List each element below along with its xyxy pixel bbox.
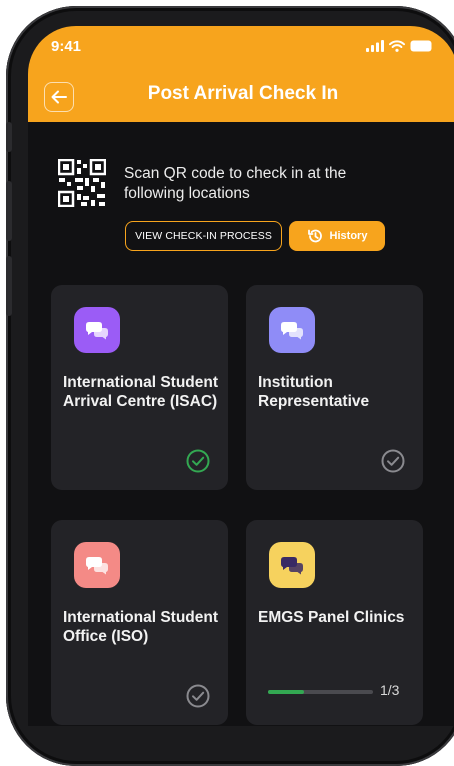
scan-instructions: Scan QR code to check in at the followin… xyxy=(124,165,347,202)
location-card-iso[interactable]: International Student Office (ISO) xyxy=(51,520,228,725)
battery-icon xyxy=(410,40,432,52)
app-screen: 9:41 Post Arrival Check In Scan QR code … xyxy=(28,26,454,726)
wifi-icon xyxy=(389,40,405,52)
signal-icon xyxy=(366,40,384,52)
mute-switch xyxy=(6,122,12,152)
qr-code-icon xyxy=(58,159,106,207)
chat-bubbles-icon xyxy=(281,557,303,575)
status-time: 9:41 xyxy=(51,38,82,55)
check-pending-icon xyxy=(186,684,210,708)
location-card-label: EMGS Panel Clinics xyxy=(258,609,405,626)
status-icons xyxy=(366,40,432,52)
chat-bubbles-icon xyxy=(281,322,303,340)
location-card-label: International Student Office (ISO) xyxy=(63,609,218,645)
location-card-institution-representative[interactable]: Institution Representative xyxy=(246,285,423,490)
volume-down-button xyxy=(6,256,12,316)
page-title: Post Arrival Check In xyxy=(147,83,339,104)
check-pending-icon xyxy=(381,449,405,473)
app-header: 9:41 Post Arrival Check In xyxy=(28,26,454,122)
chat-bubbles-icon xyxy=(86,557,108,575)
history-button[interactable]: History xyxy=(289,221,385,251)
history-icon xyxy=(307,229,322,243)
phone-frame: 9:41 Post Arrival Check In Scan QR code … xyxy=(6,6,454,766)
progress-count: 1/3 xyxy=(380,682,400,698)
location-card-isac[interactable]: International Student Arrival Centre (IS… xyxy=(51,285,228,490)
location-card-label: International Student Arrival Centre (IS… xyxy=(63,374,218,410)
view-check-in-process-button[interactable]: VIEW CHECK-IN PROCESS xyxy=(125,221,282,251)
location-card-icon xyxy=(74,307,120,353)
progress-bar xyxy=(268,690,373,694)
volume-up-button xyxy=(6,181,12,241)
progress-fill xyxy=(268,690,304,694)
location-card-icon xyxy=(74,542,120,588)
chat-bubbles-icon xyxy=(86,322,108,340)
location-card-label: Institution Representative xyxy=(258,374,370,410)
location-card-icon xyxy=(269,542,315,588)
history-label: History xyxy=(329,230,368,242)
location-card-emgs-panel-clinics[interactable]: EMGS Panel Clinics 1/3 xyxy=(246,520,423,725)
check-complete-icon xyxy=(186,449,210,473)
location-card-icon xyxy=(269,307,315,353)
